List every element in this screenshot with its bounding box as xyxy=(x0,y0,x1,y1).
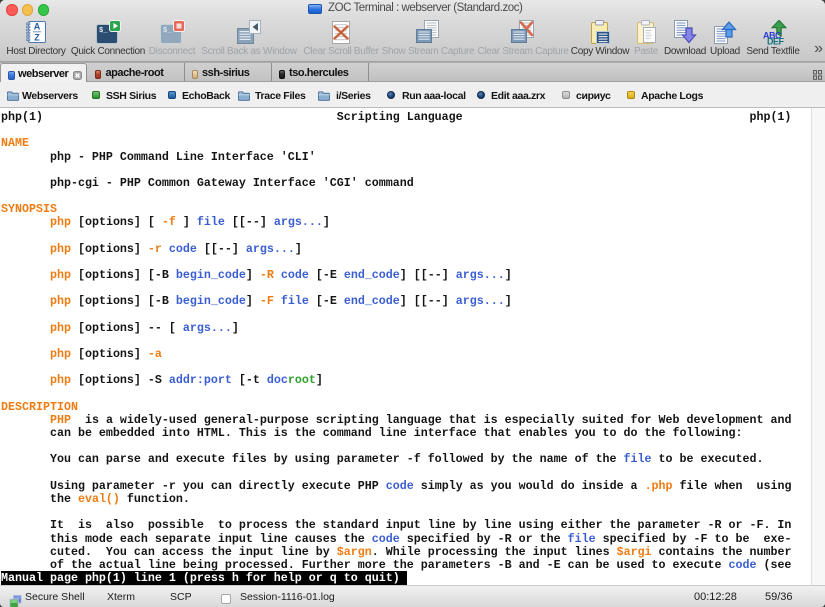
svg-text:$_: $_ xyxy=(99,27,108,35)
svg-text:A: A xyxy=(34,22,41,32)
svg-text:$_: $_ xyxy=(163,27,172,35)
svg-text:Z: Z xyxy=(34,33,40,43)
